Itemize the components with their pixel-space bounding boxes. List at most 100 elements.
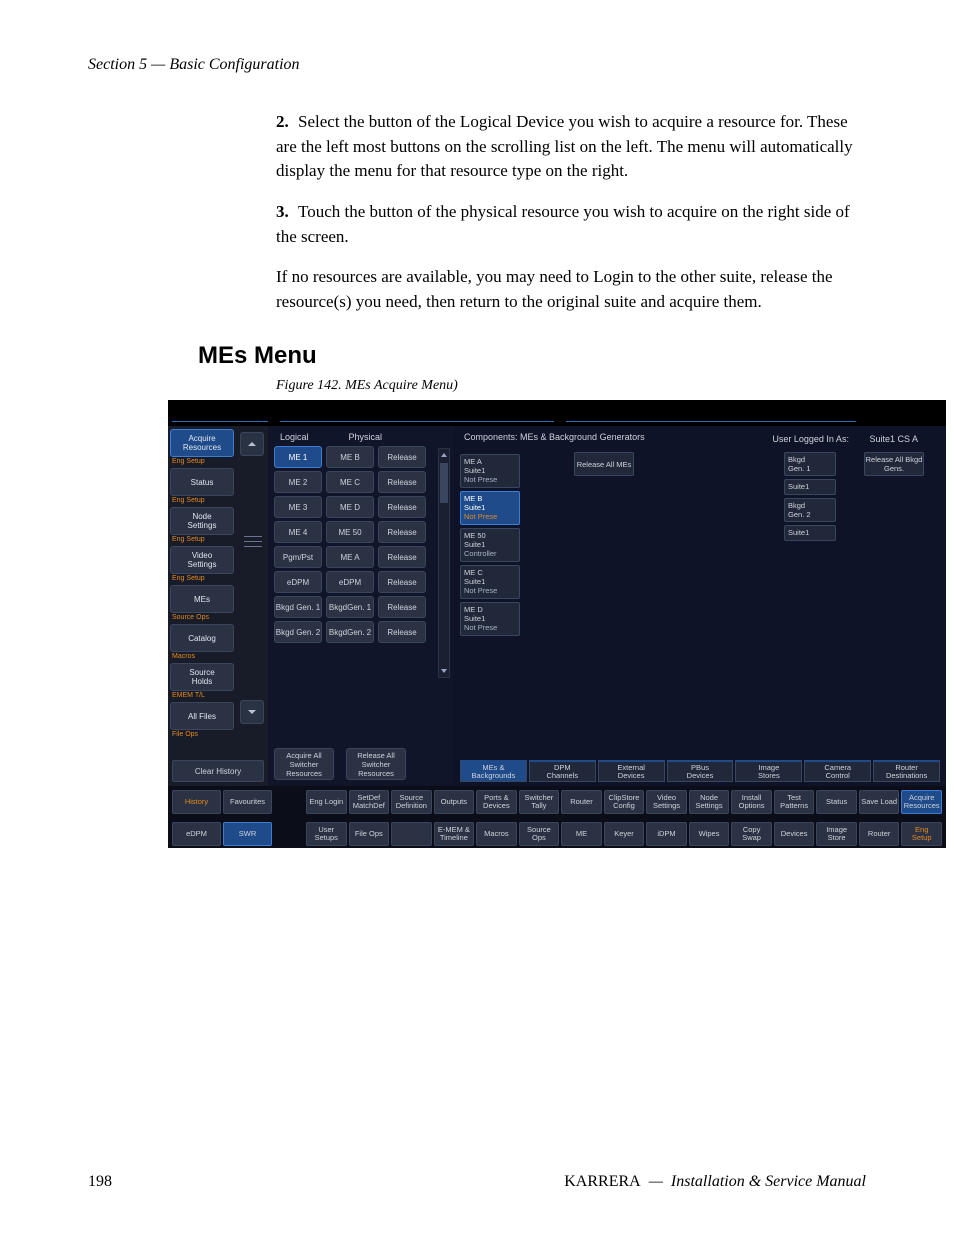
release-button[interactable]: Release [378,621,426,643]
me-component-tile[interactable]: ME CSuite1Not Prese [460,565,520,599]
logical-device-button[interactable]: Bkgd Gen. 1 [274,596,322,618]
release-all-button[interactable]: Release All Switcher Resources [346,748,406,780]
page-footer: 198 KARRERA — Installation & Service Man… [88,1173,866,1191]
components-label: Components: MEs & Background Generators [464,432,645,442]
category-tab[interactable]: External Devices [598,760,665,782]
physical-device-button[interactable]: eDPM [326,571,374,593]
nav-button[interactable]: Video Settings [646,790,687,814]
title-tab-row [168,400,946,426]
physical-device-button[interactable]: BkgdGen. 2 [326,621,374,643]
sidebar-item[interactable]: Status [170,468,234,496]
nav-button[interactable]: File Ops [349,822,390,846]
bkgd-gen-tile[interactable]: Bkgd Gen. 2 [784,498,836,522]
history-tab[interactable]: History [172,790,221,814]
logical-device-button[interactable]: ME 1 [274,446,322,468]
nav-button[interactable]: Router [859,822,900,846]
logical-device-button[interactable]: Bkgd Gen. 2 [274,621,322,643]
logical-device-button[interactable]: Pgm/Pst [274,546,322,568]
nav-button[interactable]: Source Definition [391,790,432,814]
edpm-tab[interactable]: eDPM [172,822,221,846]
nav-button[interactable] [391,822,432,846]
release-button[interactable]: Release [378,521,426,543]
nav-button[interactable]: E-MEM & Timeline [434,822,475,846]
logical-device-button[interactable]: ME 4 [274,521,322,543]
nav-button[interactable]: Switcher Tally [519,790,560,814]
category-tab[interactable]: Image Stores [735,760,802,782]
nav-button[interactable]: Ports & Devices [476,790,517,814]
physical-device-button[interactable]: BkgdGen. 1 [326,596,374,618]
release-all-bkgd-button[interactable]: Release All Bkgd Gens. [864,452,924,476]
acquire-all-button[interactable]: Acquire All Switcher Resources [274,748,334,780]
release-button[interactable]: Release [378,471,426,493]
nav-button[interactable]: ME [561,822,602,846]
release-button[interactable]: Release [378,496,426,518]
category-tab[interactable]: MEs & Backgrounds [460,760,527,782]
release-all-mes-button[interactable]: Release All MEs [574,452,634,476]
sidebar-item[interactable]: All Files [170,702,234,730]
scroll-thumb[interactable] [440,463,448,503]
nav-button[interactable]: SetDef MatchDef [349,790,390,814]
nav-button[interactable]: iDPM [646,822,687,846]
me-component-tile[interactable]: ME DSuite1Not Prese [460,602,520,636]
nav-button[interactable]: Copy Swap [731,822,772,846]
nav-button[interactable]: User Setups [306,822,347,846]
physical-device-button[interactable]: ME B [326,446,374,468]
me-component-tile[interactable]: ME ASuite1Not Prese [460,454,520,488]
logical-device-button[interactable]: eDPM [274,571,322,593]
bkgd-gen-tile[interactable]: Bkgd Gen. 1 [784,452,836,476]
nav-button[interactable]: Image Store [816,822,857,846]
nav-button[interactable]: Source Ops [519,822,560,846]
category-tab[interactable]: PBus Devices [667,760,734,782]
physical-device-button[interactable]: ME D [326,496,374,518]
logged-in-label: User Logged In As: [772,434,849,444]
sidebar-item[interactable]: Source Holds [170,663,234,691]
scroll-up-button[interactable] [240,432,264,456]
release-button[interactable]: Release [378,546,426,568]
category-tab[interactable]: Router Destinations [873,760,940,782]
sidebar-item[interactable]: MEs [170,585,234,613]
nav-button[interactable]: Router [561,790,602,814]
swr-tab[interactable]: SWR [223,822,272,846]
physical-device-button[interactable]: ME A [326,546,374,568]
physical-device-button[interactable]: ME C [326,471,374,493]
me-component-tile[interactable]: ME BSuite1Not Prese [460,491,520,525]
sidebar-item[interactable]: Node Settings [170,507,234,535]
manual-name: Installation & Service Manual [671,1173,866,1190]
physical-device-button[interactable]: ME 50 [326,521,374,543]
me-component-tile[interactable]: ME 50Suite1Controller [460,528,520,562]
nav-button[interactable]: ClipStore Config [604,790,645,814]
nav-button[interactable]: Keyer [604,822,645,846]
nav-button[interactable]: Acquire Resources [901,790,942,814]
nav-button[interactable]: Save Load [859,790,900,814]
release-button[interactable]: Release [378,446,426,468]
logical-device-button[interactable]: ME 2 [274,471,322,493]
nav-button[interactable]: Test Patterns [774,790,815,814]
scroll-down-button[interactable] [240,700,264,724]
user-login-info: User Logged In As: Suite1 CS A [772,434,918,444]
nav-button[interactable]: Node Settings [689,790,730,814]
nav-button[interactable]: Eng Login [306,790,347,814]
sidebar-item[interactable]: Video Settings [170,546,234,574]
mid-scrollbar[interactable] [438,448,450,678]
nav-button[interactable]: Outputs [434,790,475,814]
category-tab[interactable]: Camera Control [804,760,871,782]
step-3-text: Touch the button of the physical resourc… [276,202,850,246]
nav-button[interactable]: Devices [774,822,815,846]
logical-device-button[interactable]: ME 3 [274,496,322,518]
category-tab[interactable]: DPM Channels [529,760,596,782]
nav-button[interactable]: Status [816,790,857,814]
eng-setup-nav-row: History Favourites Eng LoginSetDef Match… [168,786,946,818]
favourites-tab[interactable]: Favourites [223,790,272,814]
sidebar-item[interactable]: Acquire Resources [170,429,234,457]
clear-history-button[interactable]: Clear History [172,760,264,782]
nav-button[interactable]: Wipes [689,822,730,846]
nav-button[interactable]: Eng Setup [901,822,942,846]
sidebar-item[interactable]: Catalog [170,624,234,652]
release-button[interactable]: Release [378,596,426,618]
nav-button[interactable]: Macros [476,822,517,846]
instruction-text: 2.Select the button of the Logical Devic… [276,110,866,314]
release-button[interactable]: Release [378,571,426,593]
hamburger-icon[interactable] [244,532,262,550]
product-name: KARRERA [564,1173,640,1190]
nav-button[interactable]: Install Options [731,790,772,814]
